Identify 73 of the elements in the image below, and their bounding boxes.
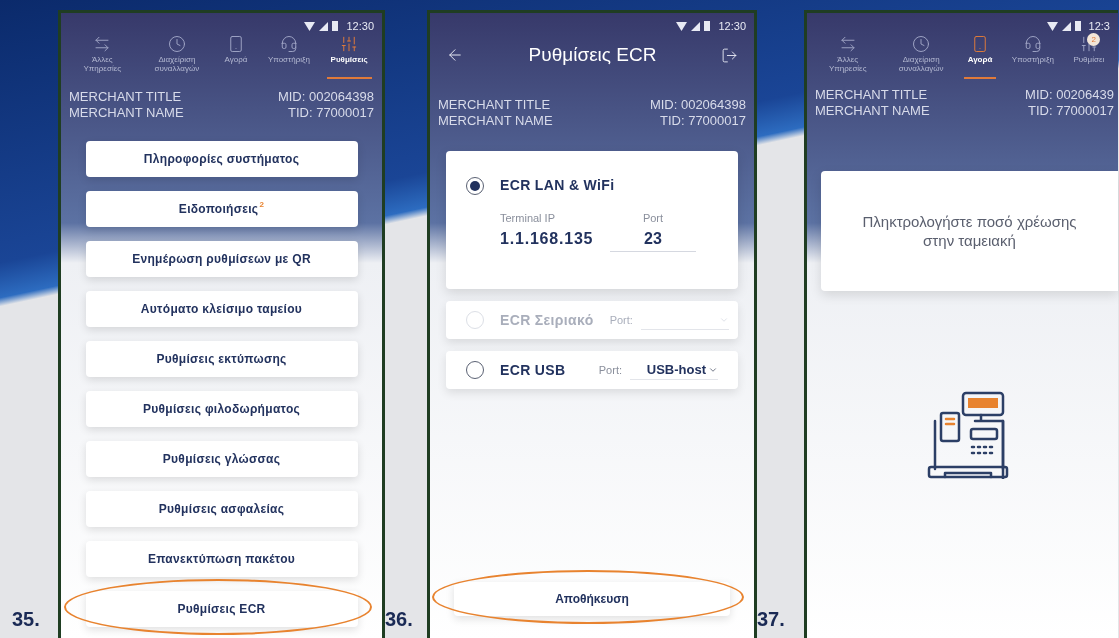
wifi-icon [304, 21, 316, 31]
merchant-name: MERCHANT NAME [69, 105, 184, 121]
signal-icon [1061, 21, 1071, 31]
arrows-icon [838, 35, 857, 53]
status-time: 12:3 [1088, 18, 1110, 34]
wifi-icon [1046, 21, 1058, 31]
option-label: ECR LAN & WiFi [500, 176, 615, 195]
menu-button[interactable]: Πληροφορίες συστήματος [85, 141, 358, 177]
nav-tab[interactable]: Άλλες Υπηρεσίες [71, 35, 134, 79]
headset-icon [279, 35, 298, 53]
notification-badge: 2 [1087, 33, 1101, 46]
screen-title: Ρυθμίσεις ECR [528, 42, 657, 67]
nav-tab[interactable]: Υποστήριξη [263, 35, 314, 79]
port-label: Port: [609, 312, 633, 328]
signal-icon [691, 21, 701, 31]
option-label: ECR USB [500, 360, 566, 380]
merchant-name: MERCHANT NAME [438, 113, 553, 129]
nav-tab[interactable]: Ρυθμίσεις [326, 35, 372, 79]
clock-icon [167, 35, 186, 53]
port-dropdown[interactable]: USB-host [630, 360, 718, 380]
terminal-id: TID: 77000017 [1028, 103, 1114, 119]
menu-button[interactable]: Επανεκτύπωση πακέτου [85, 541, 358, 577]
menu-button[interactable]: Ρυθμίσεις ECR [85, 591, 358, 627]
battery-icon [332, 21, 339, 31]
menu-button[interactable]: Ρυθμίσεις φιλοδωρήματος [85, 391, 358, 427]
nav-tab[interactable]: Ρυθμίσει 2 [1069, 35, 1109, 79]
nav-tab[interactable]: Διαχείριση συναλλαγών [890, 35, 953, 79]
menu-button[interactable]: Ρυθμίσεις ασφαλείας [85, 491, 358, 527]
nav-tab[interactable]: Άλλες Υπηρεσίες [816, 35, 879, 79]
menu-button[interactable]: Ρυθμίσεις γλώσσας [85, 441, 358, 477]
port-label: Port [642, 211, 664, 226]
menu-button[interactable]: Ρυθμίσεις εκτύπωσης [85, 341, 358, 377]
port-field[interactable]: 23 [610, 226, 696, 252]
merchant-id: MID: 00206439 [1025, 87, 1114, 103]
battery-icon [704, 21, 711, 31]
status-time: 12:30 [346, 18, 374, 34]
terminal-id: TID: 77000017 [660, 113, 746, 129]
cash-register-icon [926, 391, 1009, 479]
save-button[interactable]: Αποθήκευση [454, 582, 730, 616]
nav-tab[interactable]: Διαχείριση συναλλαγών [145, 35, 208, 79]
merchant-title: MERCHANT TITLE [69, 89, 183, 105]
nav-tab[interactable]: Αγορά [963, 35, 997, 79]
wifi-icon [676, 21, 688, 31]
sliders-icon [1079, 35, 1098, 53]
back-icon[interactable] [446, 46, 464, 64]
headset-icon [1023, 35, 1042, 53]
clock-icon [912, 35, 931, 53]
option-label: ECR Σειριακό [500, 310, 594, 330]
menu-button[interactable]: Ενημέρωση ρυθμίσεων με QR [85, 241, 358, 277]
port-label: Port: [598, 362, 622, 378]
ip-value: 1.1.168.135 [500, 228, 594, 249]
signal-icon [319, 21, 329, 31]
menu-button[interactable]: Ειδοποιήσεις$^{2}$ [85, 191, 358, 227]
nav-tab[interactable]: Υποστήριξη [1007, 35, 1058, 79]
arrows-icon [93, 35, 112, 53]
merchant-name: MERCHANT NAME [815, 103, 930, 119]
prompt-text: Πληκτρολογήστε ποσό χρέωσης στην ταμειακή [861, 212, 1078, 250]
merchant-id: MID: 002064398 [649, 97, 746, 113]
merchant-title: MERCHANT TITLE [815, 87, 929, 103]
exit-icon[interactable] [721, 46, 738, 64]
sliders-icon [340, 35, 359, 53]
merchant-title: MERCHANT TITLE [438, 97, 552, 113]
ip-label: Terminal IP [500, 211, 557, 226]
status-time: 12:30 [718, 18, 746, 34]
battery-icon [1074, 21, 1081, 31]
figure-number: 37. [757, 607, 785, 632]
terminal-id: TID: 77000017 [288, 105, 374, 121]
figure-number: 35. [12, 607, 40, 632]
figure-number: 36. [385, 607, 413, 632]
menu-button[interactable]: Αυτόματο κλείσιμο ταμείου [85, 291, 358, 327]
merchant-id: MID: 002064398 [277, 89, 374, 105]
nav-tab[interactable]: Αγορά [220, 35, 252, 79]
phone-icon [971, 35, 989, 53]
